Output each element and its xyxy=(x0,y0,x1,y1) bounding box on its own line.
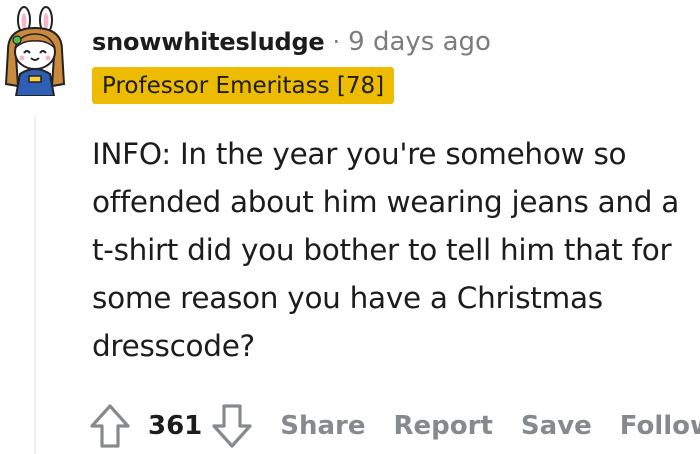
report-button[interactable]: Report xyxy=(394,411,493,441)
comment-action-bar: 361 Share Report Save Follow xyxy=(88,400,700,452)
snoo-avatar-icon xyxy=(4,6,66,97)
header-separator: · xyxy=(332,28,341,56)
arrow-down-icon xyxy=(212,404,252,448)
username-link[interactable]: snowwhitesludge xyxy=(92,28,325,56)
comment-timestamp[interactable]: 9 days ago xyxy=(348,27,491,57)
user-avatar[interactable] xyxy=(0,4,72,97)
comment-header: snowwhitesludge · 9 days ago xyxy=(92,24,491,60)
follow-button[interactable]: Follow xyxy=(620,411,700,441)
upvote-button[interactable] xyxy=(88,402,132,450)
save-button[interactable]: Save xyxy=(521,411,592,441)
user-flair: Professor Emeritass [78] xyxy=(92,67,395,104)
downvote-button[interactable] xyxy=(210,402,254,450)
thread-line[interactable] xyxy=(34,116,36,454)
comment-body: INFO: In the year you're somehow so offe… xyxy=(92,137,680,363)
share-button[interactable]: Share xyxy=(280,411,365,441)
arrow-up-icon xyxy=(90,404,130,448)
vote-score: 361 xyxy=(148,411,203,441)
